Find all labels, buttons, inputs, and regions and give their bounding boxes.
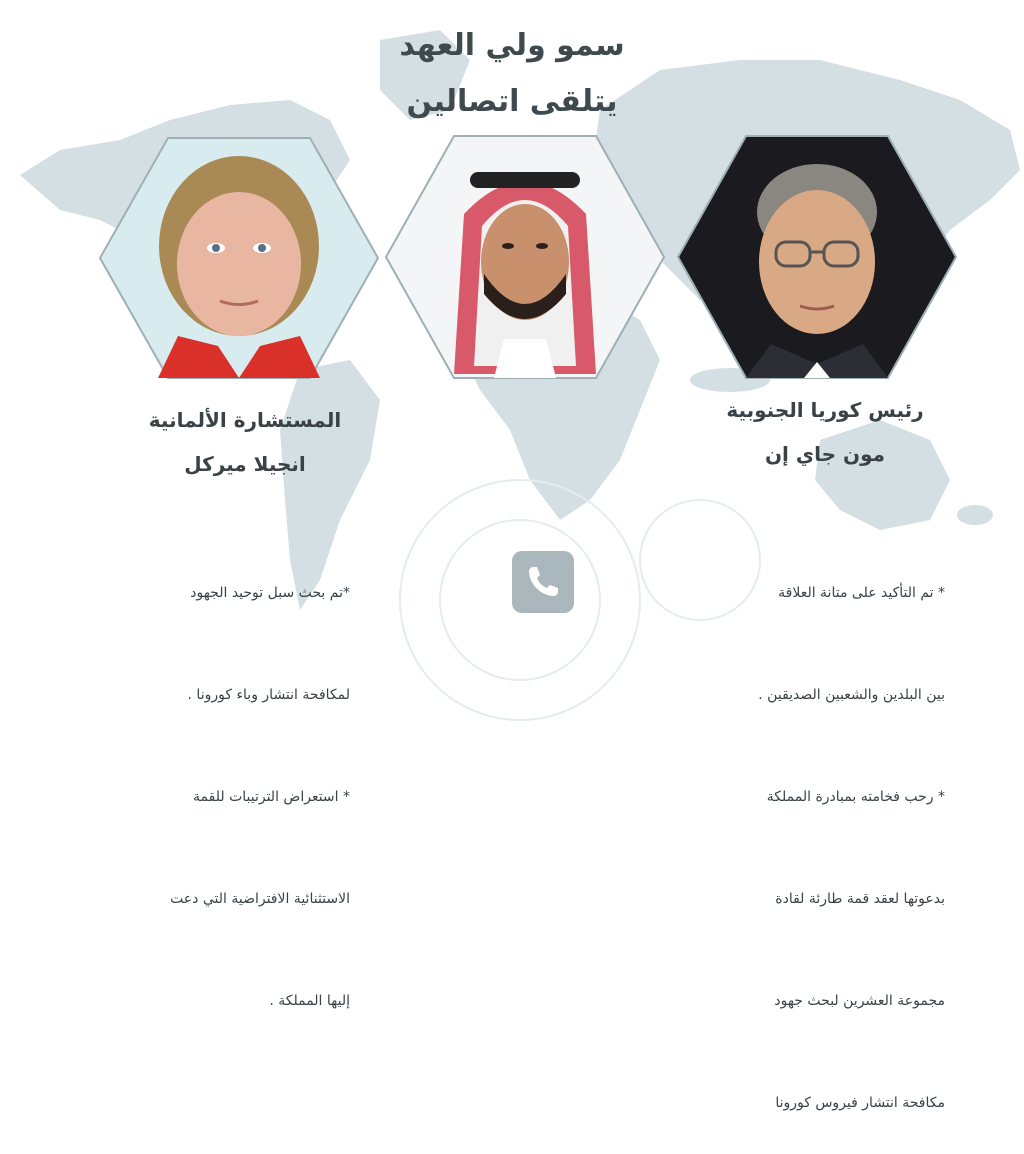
list-item: مجموعة العشرين لبحث جهود xyxy=(774,993,945,1009)
center-portrait-hex xyxy=(384,134,666,380)
list-item: لمكافحة انتشار وباء كورونا . xyxy=(187,687,350,703)
right-portrait-hex xyxy=(676,134,958,380)
right-person-block: رئيس كوريا الجنوبية مون جاي إن xyxy=(690,388,960,476)
list-item: بدعوتها لعقد قمة طارئة لقادة xyxy=(775,891,945,907)
phone-icon xyxy=(512,551,574,613)
list-item: الاستثنائية الافتراضية التي دعت xyxy=(170,891,350,907)
list-item: إليها المملكة . xyxy=(269,993,350,1009)
right-person-name: مون جاي إن xyxy=(764,442,886,466)
right-bullets: * تم التأكيد على متانة العلاقة بين البلد… xyxy=(700,508,945,1154)
left-portrait-hex xyxy=(98,136,380,380)
left-person-name: انجيلا ميركل xyxy=(184,452,306,476)
list-item: * استعراض الترتيبات للقمة xyxy=(193,789,350,805)
header-title-line2: يتلقى اتصالين xyxy=(406,84,618,119)
list-item: مكافحة انتشار فيروس كورونا xyxy=(775,1095,945,1111)
left-person-title: المستشارة الألمانية xyxy=(148,408,342,432)
list-item: * تم التأكيد على متانة العلاقة xyxy=(778,585,945,601)
left-person-block: المستشارة الألمانية انجيلا ميركل xyxy=(110,398,380,486)
list-item: * رحب فخامته بمبادرة المملكة xyxy=(766,789,945,805)
left-bullets: *تم بحث سبل توحيد الجهود لمكافحة انتشار … xyxy=(120,508,350,1052)
header-title-line1: سمو ولي العهد xyxy=(399,28,625,63)
right-person-title: رئيس كوريا الجنوبية xyxy=(726,398,924,422)
list-item: بين البلدين والشعبين الصديقين . xyxy=(758,687,945,703)
list-item: *تم بحث سبل توحيد الجهود xyxy=(190,585,350,601)
